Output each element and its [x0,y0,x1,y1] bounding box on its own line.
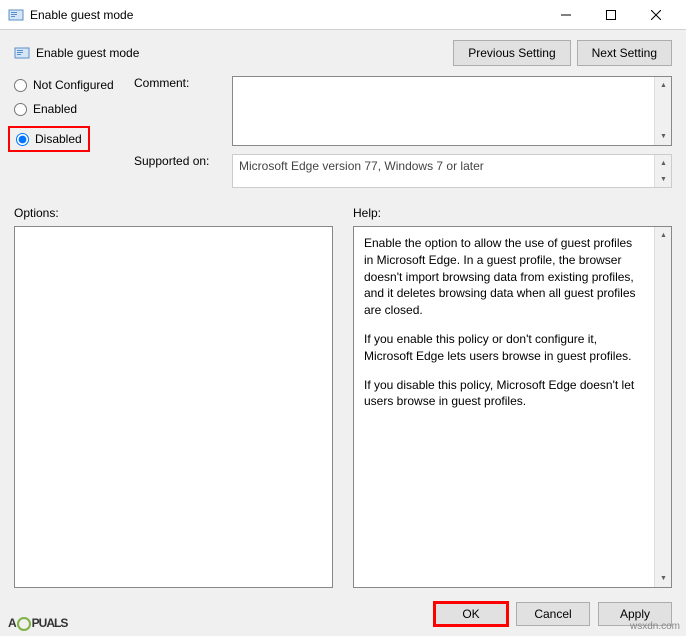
cancel-button[interactable]: Cancel [516,602,590,626]
state-radio-group: Not Configured Enabled Disabled [14,76,134,152]
not-configured-radio-input[interactable] [14,79,27,92]
options-panel [14,226,333,588]
scroll-down-icon[interactable]: ▼ [655,570,672,587]
not-configured-radio[interactable]: Not Configured [14,78,134,92]
supported-scrollbar[interactable]: ▲ ▼ [654,155,671,187]
enabled-label: Enabled [33,102,77,116]
not-configured-label: Not Configured [33,78,114,92]
minimize-button[interactable] [543,1,588,29]
policy-icon [14,45,30,61]
comment-scrollbar[interactable]: ▲ ▼ [654,77,671,145]
previous-setting-button[interactable]: Previous Setting [453,40,570,66]
policy-icon [8,7,24,23]
disabled-label: Disabled [35,132,82,146]
close-button[interactable] [633,1,678,29]
comment-label: Comment: [134,76,224,90]
supported-on-label: Supported on: [134,154,224,168]
scroll-up-icon[interactable]: ▲ [655,227,672,244]
watermark-text: wsxdn.com [630,621,680,632]
help-panel: Enable the option to allow the use of gu… [354,227,654,587]
disabled-radio[interactable]: Disabled [8,126,90,152]
help-paragraph: Enable the option to allow the use of gu… [364,235,644,319]
policy-name: Enable guest mode [36,46,447,60]
next-setting-button[interactable]: Next Setting [577,40,672,66]
scroll-up-icon[interactable]: ▲ [655,77,672,94]
titlebar: Enable guest mode [0,0,686,30]
help-paragraph: If you disable this policy, Microsoft Ed… [364,377,644,411]
scroll-down-icon[interactable]: ▼ [655,171,672,187]
ok-button[interactable]: OK [434,602,508,626]
help-paragraph: If you enable this policy or don't confi… [364,331,644,365]
logo-circle-icon [17,617,31,631]
enabled-radio[interactable]: Enabled [14,102,134,116]
disabled-radio-input[interactable] [16,133,29,146]
comment-textarea[interactable] [233,77,654,145]
help-label: Help: [353,206,672,220]
help-scrollbar[interactable]: ▲ ▼ [654,227,671,587]
enabled-radio-input[interactable] [14,103,27,116]
appuals-logo: APUALS [8,616,67,630]
supported-on-value: Microsoft Edge version 77, Windows 7 or … [233,155,654,187]
maximize-button[interactable] [588,1,633,29]
scroll-up-icon[interactable]: ▲ [655,155,672,171]
scroll-down-icon[interactable]: ▼ [655,128,672,145]
window-title: Enable guest mode [30,8,543,22]
options-label: Options: [14,206,333,220]
